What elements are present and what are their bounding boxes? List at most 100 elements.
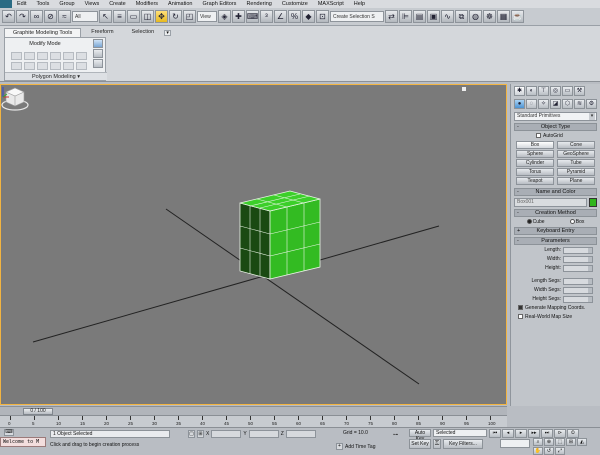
menu-animation[interactable]: Animation <box>163 0 197 8</box>
x-coordinate-field[interactable] <box>211 430 242 438</box>
width-spinner[interactable] <box>563 255 593 263</box>
set-key-button[interactable]: Set Key <box>409 439 431 449</box>
select-and-rotate-icon[interactable]: ↻ <box>169 10 182 23</box>
application-logo-icon[interactable] <box>0 0 12 8</box>
select-object-icon[interactable]: ↖ <box>99 10 112 23</box>
next-frame-icon[interactable]: ▸▸ <box>528 429 540 438</box>
ribbon-tool-button[interactable] <box>76 52 87 60</box>
generate-mapping-checkbox[interactable]: Generate Mapping Coords. <box>514 304 597 312</box>
menu-graph-editors[interactable]: Graph Editors <box>198 0 242 8</box>
box-radio[interactable]: Box <box>569 219 584 225</box>
select-by-name-icon[interactable]: ≡ <box>113 10 126 23</box>
trackbar[interactable]: 0 5 10 15 20 25 30 35 40 45 50 55 60 65 70 75 80 85 90 95 10… <box>0 415 507 427</box>
menu-create[interactable]: Create <box>104 0 131 8</box>
maximize-viewport-icon[interactable]: ⤢ <box>555 447 565 455</box>
unlink-icon[interactable]: ⊘ <box>44 10 57 23</box>
angle-snap-icon[interactable]: ∠ <box>274 10 287 23</box>
ribbon-tool-button[interactable] <box>11 62 22 70</box>
graphite-toggle-icon[interactable]: ▣ <box>427 10 440 23</box>
select-link-icon[interactable]: ∞ <box>30 10 43 23</box>
box-button[interactable]: Box <box>516 141 554 149</box>
cone-button[interactable]: Cone <box>557 141 595 149</box>
percent-snap-icon[interactable]: % <box>288 10 301 23</box>
ribbon-tool-button[interactable] <box>11 52 22 60</box>
align-icon[interactable]: ⊫ <box>399 10 412 23</box>
sphere-button[interactable]: Sphere <box>516 150 554 158</box>
parameters-rollout-header[interactable]: - Parameters <box>514 237 597 245</box>
pivot-center-icon[interactable]: ◈ <box>218 10 231 23</box>
key-mode-toggle-icon[interactable]: ⊳ <box>554 429 566 438</box>
tab-selection[interactable]: Selection <box>124 28 163 37</box>
zoom-icon[interactable]: ⌕ <box>533 438 543 446</box>
helpers-icon[interactable]: ⬡ <box>562 99 573 109</box>
geosphere-button[interactable]: GeoSphere <box>557 150 595 158</box>
maxscript-mini-listener[interactable]: Welcome to M <box>0 437 46 447</box>
time-configuration-icon[interactable]: ⏲ <box>567 429 579 438</box>
name-and-color-rollout-header[interactable]: - Name and Color <box>514 188 597 196</box>
menu-edit[interactable]: Edit <box>12 0 31 8</box>
set-keys-icon[interactable]: ⚿ <box>433 439 441 449</box>
create-tab-icon[interactable]: ✱ <box>514 86 525 96</box>
current-frame-field[interactable] <box>500 439 530 448</box>
rendered-frame-window-icon[interactable]: ▦ <box>497 10 510 23</box>
ribbon-tool-button[interactable] <box>76 62 87 70</box>
field-of-view-icon[interactable]: ◭ <box>577 438 587 446</box>
length-spinner[interactable] <box>563 246 593 254</box>
display-tab-icon[interactable]: ▭ <box>562 86 573 96</box>
width-segs-spinner[interactable] <box>563 286 593 294</box>
ribbon-tool-button[interactable] <box>37 62 48 70</box>
ribbon-tool-button[interactable] <box>24 62 35 70</box>
home-icon[interactable] <box>462 87 466 91</box>
curve-editor-icon[interactable]: ∿ <box>441 10 454 23</box>
height-segs-spinner[interactable] <box>563 295 593 303</box>
key-selection-dropdown[interactable]: Selected <box>433 429 487 437</box>
ribbon-options-icon[interactable]: ▾ <box>164 30 172 36</box>
spinner-snap-icon[interactable]: ◆ <box>302 10 315 23</box>
auto-key-button[interactable]: Auto Key <box>409 429 431 442</box>
layer-manager-icon[interactable]: ▤ <box>413 10 426 23</box>
ribbon-side-button[interactable] <box>93 39 103 48</box>
modify-mode-label[interactable]: Modify Mode <box>5 41 85 47</box>
motion-tab-icon[interactable]: ◎ <box>550 86 561 96</box>
render-setup-icon[interactable]: ☸ <box>483 10 496 23</box>
snaps-toggle-icon[interactable]: ³ <box>260 10 273 23</box>
height-spinner[interactable] <box>563 264 593 272</box>
lights-icon[interactable]: ✧ <box>538 99 549 109</box>
bind-space-warp-icon[interactable]: ≈ <box>58 10 71 23</box>
menu-maxscript[interactable]: MAXScript <box>313 0 349 8</box>
selection-filter-dropdown[interactable]: All <box>72 11 98 22</box>
ribbon-side-button[interactable] <box>93 49 103 58</box>
menu-help[interactable]: Help <box>349 0 370 8</box>
mirror-icon[interactable]: ⇄ <box>385 10 398 23</box>
edit-named-selection-icon[interactable]: ⊡ <box>316 10 329 23</box>
keyboard-entry-rollout-header[interactable]: + Keyboard Entry <box>514 227 597 235</box>
keyboard-shortcut-override-icon[interactable]: ⌨ <box>246 10 259 23</box>
tab-graphite-modeling-tools[interactable]: Graphite Modeling Tools <box>4 28 82 37</box>
menu-views[interactable]: Views <box>80 0 105 8</box>
y-coordinate-field[interactable] <box>248 430 279 438</box>
tube-button[interactable]: Tube <box>557 159 595 167</box>
selection-lock-icon[interactable]: ▢ <box>188 430 195 438</box>
z-coordinate-field[interactable] <box>285 430 316 438</box>
ribbon-tool-button[interactable] <box>37 52 48 60</box>
orbit-icon[interactable]: ↺ <box>544 447 554 455</box>
geometry-icon[interactable]: ● <box>514 99 525 109</box>
schematic-view-icon[interactable]: ⧉ <box>455 10 468 23</box>
menu-rendering[interactable]: Rendering <box>241 0 276 8</box>
maxscript-listener-icon[interactable]: ⌨ <box>4 429 14 436</box>
redo-icon[interactable]: ↷ <box>16 10 29 23</box>
window-crossing-icon[interactable]: ◫ <box>141 10 154 23</box>
menu-group[interactable]: Group <box>54 0 79 8</box>
material-editor-icon[interactable]: ◍ <box>469 10 482 23</box>
systems-icon[interactable]: ⚙ <box>586 99 597 109</box>
torus-button[interactable]: Torus <box>516 168 554 176</box>
modify-tab-icon[interactable]: ◐ <box>526 86 537 96</box>
space-warps-icon[interactable]: ≋ <box>574 99 585 109</box>
play-icon[interactable]: ▸ <box>515 429 527 438</box>
named-selection-sets-dropdown[interactable]: Create Selection S <box>330 11 384 22</box>
select-and-scale-icon[interactable]: ◰ <box>183 10 196 23</box>
utilities-tab-icon[interactable]: ⚒ <box>574 86 585 96</box>
zoom-all-icon[interactable]: ⊕ <box>544 438 554 446</box>
hierarchy-tab-icon[interactable]: ⊤ <box>538 86 549 96</box>
zoom-extents-icon[interactable]: ⬚ <box>555 438 565 446</box>
